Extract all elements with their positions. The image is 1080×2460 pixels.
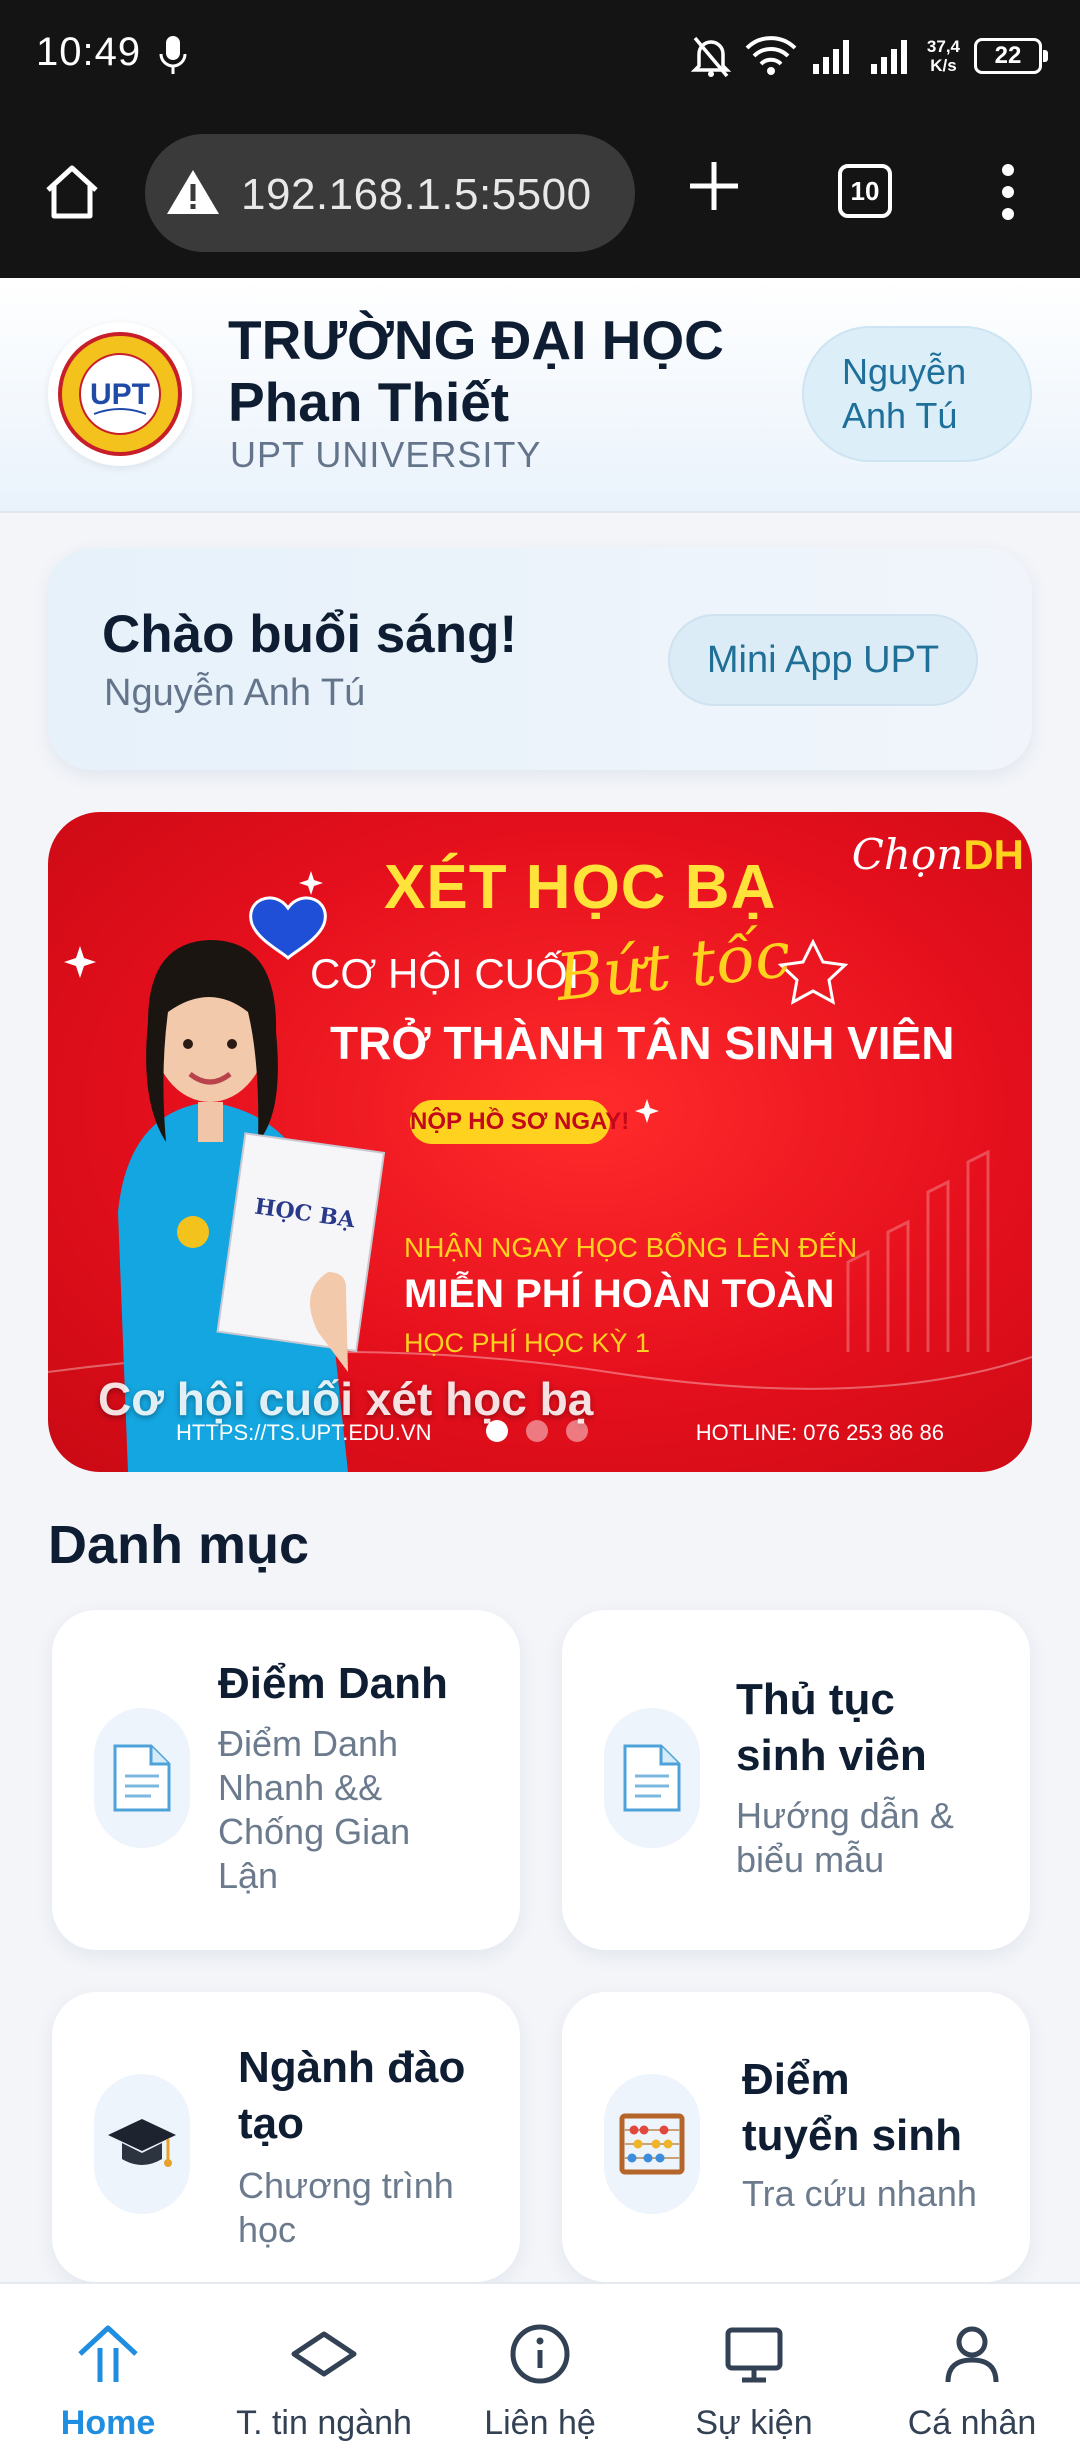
new-tab-icon[interactable] xyxy=(686,158,742,214)
category-card-admission-scores[interactable]: Điểm tuyển sinh Tra cứu nhanh xyxy=(562,1992,1030,2282)
category-card-attendance[interactable]: Điểm Danh Điểm Danh Nhanh && Chống Gian … xyxy=(52,1610,520,1950)
nav-program-info[interactable]: T. tin ngành xyxy=(224,2284,424,2460)
info-icon xyxy=(510,2324,570,2384)
promo-banner[interactable]: HỌC BẠ ChọnDH XÉT HỌC BẠ CƠ HỘI CUỐI Bứt… xyxy=(48,812,1032,1472)
university-logo: UPT xyxy=(48,322,192,466)
diamond-icon xyxy=(291,2331,357,2377)
nav-label: Sự kiện xyxy=(695,2404,813,2442)
network-speed: 37,4 K/s xyxy=(927,37,960,75)
mute-notification-icon xyxy=(690,36,731,78)
banner-brand-prefix: Chọn xyxy=(851,830,964,879)
carousel-dot[interactable] xyxy=(566,1420,588,1442)
network-speed-unit: K/s xyxy=(930,56,957,75)
graduation-cap-icon xyxy=(94,2074,190,2214)
nav-label: Home xyxy=(60,2404,156,2442)
user-name-line2: Anh Tú xyxy=(842,395,958,436)
wifi-icon xyxy=(745,36,797,75)
bottom-navigation: Home T. tin ngành Liên hệ Sự kiện Cá nhâ… xyxy=(0,2282,1080,2460)
upt-logo-seal: UPT xyxy=(58,332,182,456)
category-description: Hướng dẫn & biểu mẫu xyxy=(736,1795,954,1880)
heart-decoration xyxy=(249,896,327,961)
user-profile-button[interactable]: Nguyễn Anh Tú xyxy=(802,326,1032,462)
greeting-title: Chào buổi sáng! xyxy=(102,605,518,664)
category-title: Điểm Danh xyxy=(218,1659,448,1708)
nav-profile[interactable]: Cá nhân xyxy=(882,2284,1062,2460)
category-description: Tra cứu nhanh xyxy=(742,2173,977,2214)
category-title: Ngành đào tạo xyxy=(238,2043,466,2148)
banner-line6: HỌC PHÍ HỌC KỲ 1 xyxy=(404,1328,651,1358)
monitor-icon xyxy=(725,2327,783,2383)
user-name-line1: Nguyễn xyxy=(842,351,967,392)
banner-line4: NHẬN NGAY HỌC BỔNG LÊN ĐẾN xyxy=(404,1232,858,1263)
category-title: Thủ tục sinh viên xyxy=(736,1675,927,1780)
greeting-user-name: Nguyễn Anh Tú xyxy=(104,672,366,714)
document-icon xyxy=(94,1708,190,1848)
status-time: 10:49 xyxy=(36,30,142,74)
banner-brand-suffix: DH xyxy=(963,831,1024,878)
banner-hotline: HOTLINE: 076 253 86 86 xyxy=(695,1420,944,1445)
user-icon xyxy=(945,2326,999,2383)
nav-home[interactable]: Home xyxy=(20,2284,196,2460)
abacus-icon xyxy=(604,2074,700,2214)
category-title: Điểm tuyển sinh xyxy=(742,2055,963,2160)
nav-events[interactable]: Sự kiện xyxy=(664,2284,844,2460)
banner-line3: TRỞ THÀNH TÂN SINH VIÊN xyxy=(330,1017,955,1069)
signal-icon-2 xyxy=(870,40,907,74)
section-title-categories: Danh mục xyxy=(48,1515,310,1575)
banner-brand: ChọnDH xyxy=(852,830,1024,879)
home-icon xyxy=(78,2325,138,2382)
svg-text:UPT: UPT xyxy=(90,378,150,411)
carousel-indicators xyxy=(486,1420,588,1442)
battery-indicator: 22 xyxy=(974,38,1048,74)
mini-app-button[interactable]: Mini App UPT xyxy=(668,614,978,706)
microphone-icon xyxy=(159,36,187,74)
tab-switcher-button[interactable]: 10 xyxy=(838,164,892,218)
nav-label: T. tin ngành xyxy=(236,2404,412,2442)
more-options-icon[interactable] xyxy=(994,162,1022,222)
nav-label: Cá nhân xyxy=(907,2404,1037,2442)
banner-caption: Cơ hội cuối xét học bạ xyxy=(98,1373,594,1425)
banner-headline: XÉT HỌC BẠ xyxy=(384,853,777,922)
banner-apply-badge: NỘP HỒ SƠ NGAY! xyxy=(410,1100,629,1144)
category-description: Chương trình học xyxy=(238,2165,454,2250)
carousel-dot[interactable] xyxy=(486,1420,508,1442)
status-bar: 10:49 37,4 K/s 22 xyxy=(0,0,1080,110)
greeting-card: Chào buổi sáng! Nguyễn Anh Tú Mini App U… xyxy=(48,548,1032,770)
university-subtitle: UPT UNIVERSITY xyxy=(230,434,542,475)
network-speed-value: 37,4 xyxy=(926,37,960,56)
category-card-programs[interactable]: Ngành đào tạo Chương trình học xyxy=(52,1992,520,2282)
home-icon[interactable] xyxy=(40,160,104,224)
carousel-dot[interactable] xyxy=(526,1420,548,1442)
signal-icon xyxy=(812,40,849,74)
address-bar[interactable]: 192.168.1.5:5500 xyxy=(145,134,635,252)
category-card-student-procedures[interactable]: Thủ tục sinh viên Hướng dẫn & biểu mẫu xyxy=(562,1610,1030,1950)
document-icon xyxy=(604,1708,700,1848)
nav-label: Liên hệ xyxy=(484,2404,596,2442)
nav-contact[interactable]: Liên hệ xyxy=(450,2284,630,2460)
app-header: UPT TRƯỜNG ĐẠI HỌC Phan Thiết UPT UNIVER… xyxy=(0,278,1080,513)
university-name-line1: TRƯỜNG ĐẠI HỌC xyxy=(228,309,724,371)
banner-line2: CƠ HỘI CUỐI xyxy=(310,950,580,997)
category-description: Điểm Danh Nhanh && Chống Gian Lận xyxy=(218,1723,411,1896)
browser-toolbar: 192.168.1.5:5500 10 xyxy=(0,110,1080,278)
university-name-line2: Phan Thiết xyxy=(228,371,510,433)
url-text[interactable]: 192.168.1.5:5500 xyxy=(241,170,592,220)
warning-icon[interactable] xyxy=(165,167,221,217)
report-book: HỌC BẠ xyxy=(216,1132,386,1353)
banner-line5: MIỄN PHÍ HOÀN TOÀN xyxy=(404,1272,835,1316)
status-indicators: 37,4 K/s 22 xyxy=(690,28,1048,84)
